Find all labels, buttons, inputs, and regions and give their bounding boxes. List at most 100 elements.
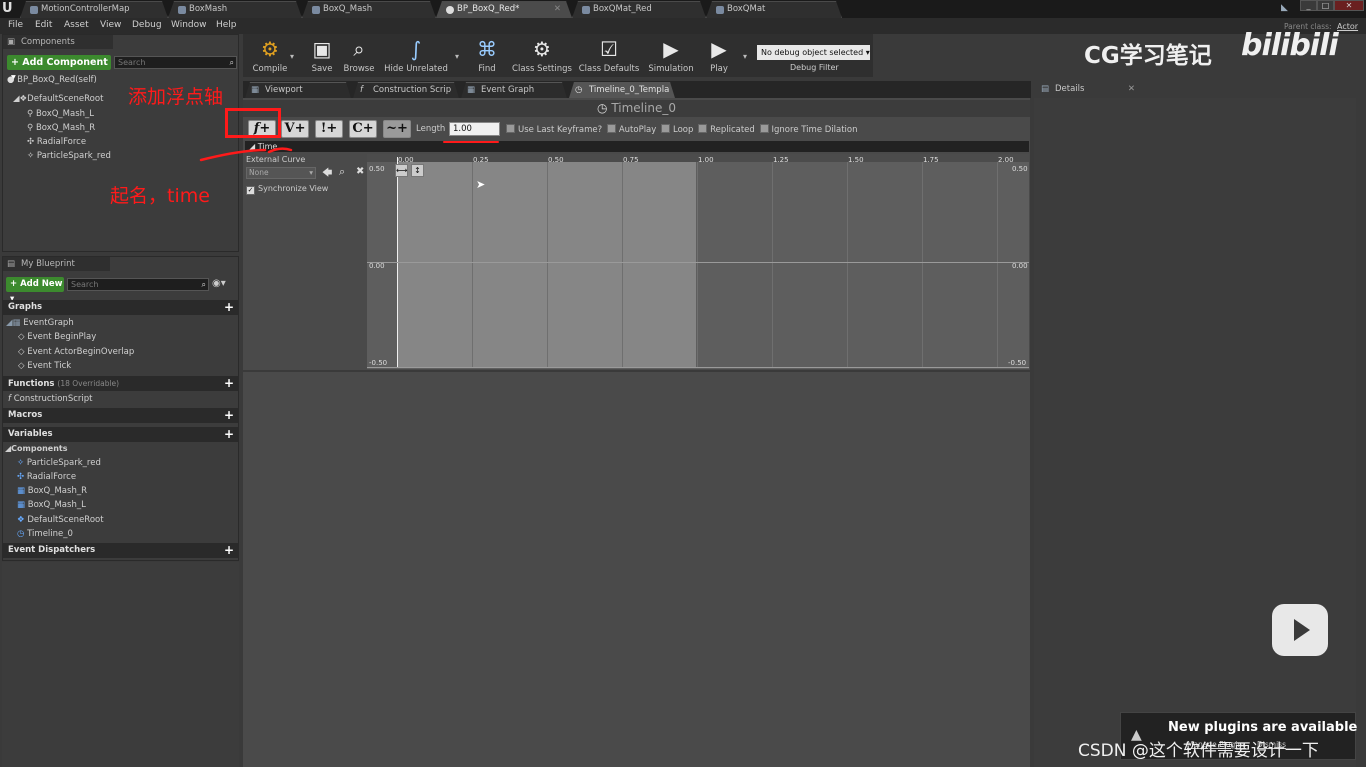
length-input[interactable]: 1.00 [449, 122, 500, 136]
feedback-icon[interactable]: ◣ [1281, 3, 1288, 13]
doc-tab-boxmash[interactable]: BoxMash [168, 1, 302, 18]
browse-curve-icon[interactable]: ⌕ [339, 165, 345, 179]
add-graph-icon[interactable]: + [224, 300, 234, 314]
tab-construction-script[interactable]: f Construction Scrip [353, 82, 459, 98]
class-defaults-button[interactable]: ☑ Class Defaults [577, 35, 641, 76]
component-self[interactable]: ● BP_BoxQ_Red(self) [7, 75, 97, 85]
minimize-button[interactable]: _ [1300, 0, 1317, 11]
variable-defaultsceneroot[interactable]: ❖ DefaultSceneRoot [17, 515, 104, 525]
scene-root-icon: ❖ [17, 515, 28, 525]
replicated-checkbox[interactable]: Replicated [698, 124, 755, 135]
clear-curve-icon[interactable]: ✖ [356, 166, 364, 177]
class-settings-button[interactable]: ⚙ Class Settings [511, 35, 573, 76]
close-window-button[interactable]: ✕ [1334, 0, 1364, 11]
graphs-section-header[interactable]: Graphs + [3, 300, 238, 315]
menu-file[interactable]: File [8, 20, 23, 30]
doc-tab-boxqmat[interactable]: BoxQMat [706, 1, 842, 18]
add-variable-icon[interactable]: + [224, 427, 234, 441]
debug-object-select[interactable]: No debug object selected ▾ [757, 45, 870, 60]
menu-help[interactable]: Help [216, 20, 237, 30]
component-particlespark-red[interactable]: ✧ ParticleSpark_red [27, 151, 111, 161]
event-tick-item[interactable]: ◇ Event Tick [18, 361, 71, 371]
hide-unrelated-button[interactable]: ∫ Hide Unrelated [383, 35, 449, 76]
add-event-track-button[interactable]: !+ [315, 120, 343, 138]
tab-timeline-template[interactable]: ◷ Timeline_0_Templa [569, 82, 675, 98]
add-new-button[interactable]: + Add New ▾ [6, 277, 64, 304]
components-search-input[interactable]: Search ⌕ [114, 56, 237, 69]
external-curve-select[interactable]: None ▾ [246, 167, 316, 179]
doc-tab-bp-boxq-red[interactable]: BP_BoxQ_Red* ✕ [436, 1, 572, 18]
find-button[interactable]: ⌘ Find [471, 35, 503, 76]
functions-section-header[interactable]: Functions (18 Overridable) + [3, 376, 238, 391]
function-constructionscript[interactable]: f ConstructionScript [8, 394, 92, 404]
maximize-button[interactable]: □ [1317, 0, 1334, 11]
components-category[interactable]: ◢Components [5, 444, 67, 453]
simulation-button[interactable]: ▶ Simulation [647, 35, 695, 76]
synchronize-view-checkbox[interactable]: ✓ Synchronize View [246, 184, 328, 195]
add-dispatcher-icon[interactable]: + [224, 543, 234, 557]
track-header-time[interactable]: ◢ Time [245, 141, 1029, 152]
class-settings-icon: ⚙ [533, 37, 551, 61]
component-radialforce[interactable]: ✣ RadialForce [27, 137, 86, 147]
parent-class-link[interactable]: Actor [1337, 22, 1358, 31]
menu-view[interactable]: View [100, 20, 121, 30]
component-boxq-mash-l[interactable]: ⚲ BoxQ_Mash_L [27, 109, 94, 119]
add-color-track-button[interactable]: C+ [349, 120, 377, 138]
play-options-icon[interactable]: ▾ [743, 52, 747, 61]
annotation-box [225, 108, 281, 138]
tab-viewport[interactable]: ▦ Viewport [245, 82, 351, 98]
variable-timeline-0[interactable]: ◷ Timeline_0 [17, 529, 73, 539]
add-function-icon[interactable]: + [224, 376, 234, 390]
loop-checkbox[interactable]: Loop [661, 124, 693, 135]
variable-boxq-mash-r[interactable]: ▦ BoxQ_Mash_R [17, 486, 87, 496]
event-diamond-icon: ◇ [18, 361, 28, 371]
notification-title: New plugins are available [1168, 720, 1358, 735]
menu-debug[interactable]: Debug [132, 20, 162, 30]
menu-asset[interactable]: Asset [64, 20, 89, 30]
use-selected-curve-icon[interactable]: 🡄 [322, 166, 332, 183]
blueprint-toolbar: ⚙ Compile ▾ ▣ Save ⌕ Browse ∫ Hide Unrelated… [243, 34, 873, 77]
blueprint-search-input[interactable]: Search ⌕ [67, 278, 209, 291]
play-button[interactable]: ▶ Play [701, 35, 737, 76]
variable-particlespark-red[interactable]: ✧ ParticleSpark_red [17, 458, 101, 468]
my-blueprint-tab[interactable]: ▤ My Blueprint [3, 257, 110, 271]
doc-tab-boxqmat-red[interactable]: BoxQMat_Red [572, 1, 706, 18]
zoom-fit-vertical-icon[interactable]: ↕ [411, 164, 424, 177]
details-panel [1034, 98, 1356, 767]
variable-boxq-mash-l[interactable]: ▦ BoxQ_Mash_L [17, 500, 86, 510]
doc-tab-motioncontrollermap[interactable]: MotionControllerMap [20, 1, 168, 18]
use-last-keyframe-checkbox[interactable]: Use Last Keyframe? [506, 124, 602, 135]
tab-details[interactable]: ▤ Details ✕ [1035, 82, 1141, 98]
browse-button[interactable]: ⌕ Browse [341, 35, 377, 76]
zoom-fit-horizontal-icon[interactable]: ⟷ [395, 164, 408, 177]
component-boxq-mash-r[interactable]: ⚲ BoxQ_Mash_R [27, 123, 95, 133]
event-beginplay-item[interactable]: ◇ Event BeginPlay [18, 332, 96, 342]
close-tab-icon[interactable]: ✕ [1128, 82, 1135, 97]
self-icon: ● [7, 75, 15, 85]
menu-edit[interactable]: Edit [35, 20, 52, 30]
eventgraph-item[interactable]: ◢▦ EventGraph [6, 318, 74, 328]
menu-window[interactable]: Window [171, 20, 207, 30]
close-tab-icon[interactable]: ✕ [554, 2, 561, 17]
ignore-time-dilation-checkbox[interactable]: Ignore Time Dilation [759, 124, 858, 135]
event-dispatchers-section-header[interactable]: Event Dispatchers + [3, 543, 238, 558]
compile-button[interactable]: ⚙ Compile [245, 35, 295, 76]
hide-unrelated-icon: ∫ [410, 37, 422, 61]
tab-event-graph[interactable]: ▦ Event Graph [461, 82, 567, 98]
variables-section-header[interactable]: Variables + [3, 427, 238, 442]
variable-radialforce[interactable]: ✣ RadialForce [17, 472, 76, 482]
save-button[interactable]: ▣ Save [307, 35, 337, 76]
components-panel-tab[interactable]: ▣ Components [3, 35, 113, 49]
component-defaultsceneroot[interactable]: ◢❖DefaultSceneRoot [13, 94, 103, 104]
add-macro-icon[interactable]: + [224, 408, 234, 422]
compile-options-icon[interactable]: ▾ [290, 52, 294, 61]
doc-tab-boxq-mash[interactable]: BoxQ_Mash [302, 1, 436, 18]
event-actorbeginoverlap-item[interactable]: ◇ Event ActorBeginOverlap [18, 347, 134, 357]
hide-unrelated-options-icon[interactable]: ▾ [455, 52, 459, 61]
macros-section-header[interactable]: Macros + [3, 408, 238, 423]
add-external-curve-button[interactable]: ~+ [383, 120, 411, 138]
add-component-button[interactable]: + Add Component ▾ [7, 55, 111, 83]
eye-visibility-icon[interactable]: ◉▾ [212, 278, 226, 289]
autoplay-checkbox[interactable]: AutoPlay [606, 124, 656, 135]
search-icon: ⌕ [201, 280, 206, 289]
